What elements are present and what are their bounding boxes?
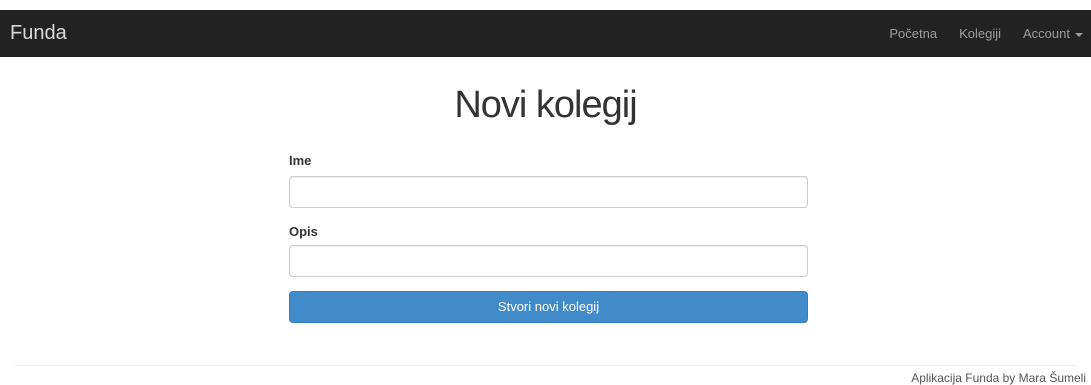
create-course-button[interactable]: Stvori novi kolegij xyxy=(289,291,808,323)
brand-link[interactable]: Funda xyxy=(10,22,67,44)
description-input[interactable] xyxy=(289,245,808,277)
nav-link-kolegiji[interactable]: Kolegiji xyxy=(959,26,1001,41)
name-label: Ime xyxy=(289,153,312,168)
account-dropdown[interactable]: Account xyxy=(1023,26,1083,41)
nav-link-label: Account xyxy=(1023,26,1070,41)
top-strip xyxy=(0,0,1091,10)
nav-link-pocetna[interactable]: Početna xyxy=(889,26,937,41)
caret-down-icon xyxy=(1075,32,1083,37)
page-title: Novi kolegij xyxy=(454,84,637,126)
navbar: Funda Početna Kolegiji Account xyxy=(0,10,1091,57)
nav-links: Početna Kolegiji Account xyxy=(867,10,1083,57)
nav-link-label: Početna xyxy=(889,26,938,41)
nav-link-label: Kolegiji xyxy=(959,26,1002,41)
name-input[interactable] xyxy=(289,176,808,208)
footer-divider xyxy=(15,365,1076,366)
description-label: Opis xyxy=(289,224,318,239)
